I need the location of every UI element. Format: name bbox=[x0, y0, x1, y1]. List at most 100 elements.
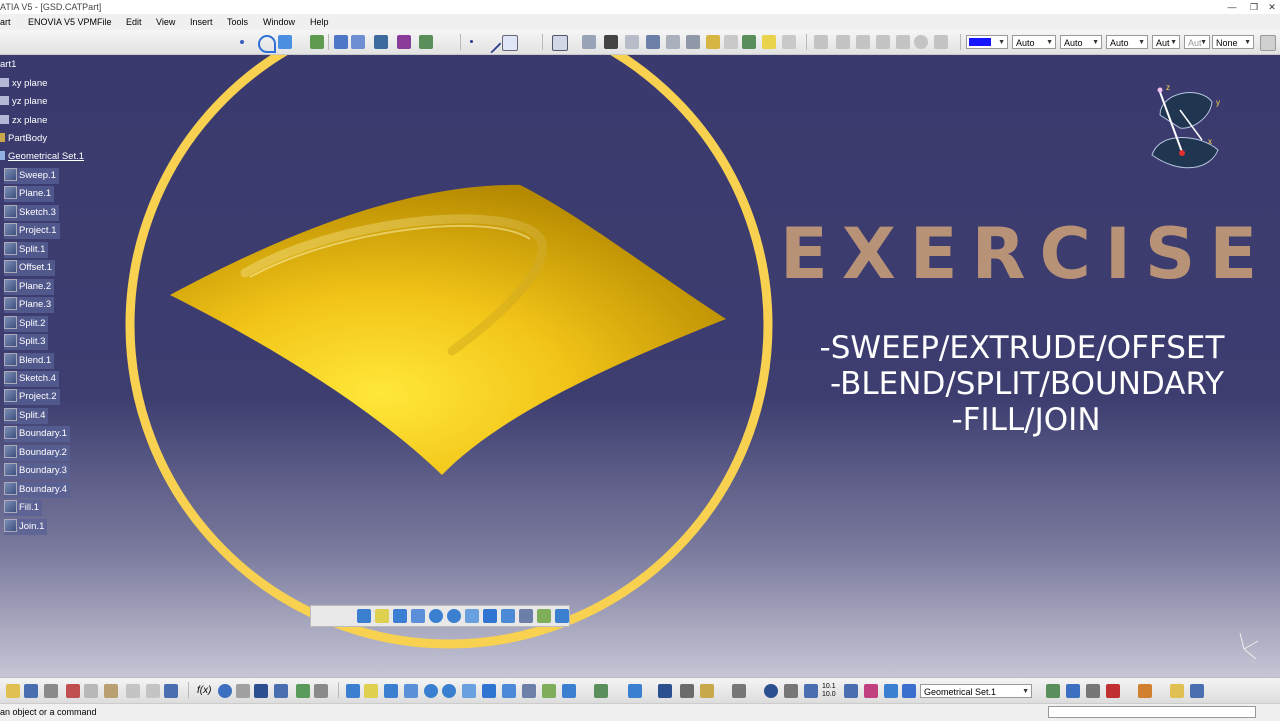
layer-select[interactable]: Aut ▼ bbox=[1152, 35, 1180, 49]
rotate-bottom-icon[interactable] bbox=[404, 684, 418, 698]
boundary-icon[interactable] bbox=[397, 35, 411, 49]
pan-icon[interactable] bbox=[393, 609, 407, 623]
new-icon[interactable] bbox=[6, 684, 20, 698]
tree-feature-item[interactable]: Offset.1 bbox=[4, 260, 56, 277]
redo-icon[interactable] bbox=[146, 684, 160, 698]
grid-spacing-label[interactable]: 10.1 10.0 bbox=[822, 683, 840, 699]
close-button[interactable]: ✕ bbox=[1266, 0, 1278, 14]
tree-feature-item[interactable]: Boundary.1 bbox=[4, 426, 70, 443]
tree-plane-yz[interactable]: yz plane bbox=[0, 94, 47, 110]
thickness-select[interactable]: Auto ▼ bbox=[1060, 35, 1102, 49]
tree-feature-item[interactable]: Split.3 bbox=[4, 334, 49, 351]
tree-feature-item[interactable]: Boundary.4 bbox=[4, 481, 70, 498]
3d-viewport[interactable]: art1 xy plane yz plane zx plane PartBody… bbox=[0, 55, 1280, 677]
linetype-select[interactable]: Auto ▼ bbox=[1012, 35, 1056, 49]
symmetry-icon[interactable] bbox=[782, 35, 796, 49]
update-icon[interactable] bbox=[658, 684, 672, 698]
tree-feature-item[interactable]: Blend.1 bbox=[4, 352, 55, 369]
menu-edit[interactable]: Edit bbox=[126, 14, 142, 30]
tree-feature-item[interactable]: Plane.2 bbox=[4, 278, 55, 295]
zoom-in-bottom-icon[interactable] bbox=[424, 684, 438, 698]
fit-all-bottom-icon[interactable] bbox=[364, 684, 378, 698]
fit-all-icon[interactable] bbox=[375, 609, 389, 623]
tree-feature-item[interactable]: Plane.3 bbox=[4, 297, 55, 314]
normal-view-bottom-icon[interactable] bbox=[462, 684, 476, 698]
rotate-icon[interactable] bbox=[762, 35, 776, 49]
catalog-browser-icon[interactable] bbox=[1190, 684, 1204, 698]
translate-icon[interactable] bbox=[742, 35, 756, 49]
tools-icon[interactable] bbox=[700, 684, 714, 698]
create-datum-icon[interactable] bbox=[884, 684, 898, 698]
sweep-icon[interactable] bbox=[310, 35, 324, 49]
cut-icon[interactable] bbox=[66, 684, 80, 698]
circle-icon[interactable] bbox=[278, 35, 292, 49]
measure-icon[interactable] bbox=[236, 684, 250, 698]
refresh-icon[interactable] bbox=[764, 684, 778, 698]
snap-icon[interactable] bbox=[594, 684, 608, 698]
menu-tools[interactable]: Tools bbox=[227, 14, 248, 30]
scale-icon[interactable] bbox=[814, 35, 828, 49]
linestyle-select[interactable]: Auto ▼ bbox=[1106, 35, 1148, 49]
pattern-icon[interactable] bbox=[856, 35, 870, 49]
advanced-surface-icon[interactable] bbox=[914, 35, 928, 49]
normal-view-icon[interactable] bbox=[465, 609, 479, 623]
analysis-bottom-icon[interactable] bbox=[628, 684, 642, 698]
plane-icon[interactable] bbox=[502, 35, 518, 51]
graph-icon[interactable] bbox=[274, 684, 288, 698]
save-icon[interactable] bbox=[24, 684, 38, 698]
multi-view-bottom-icon[interactable] bbox=[482, 684, 496, 698]
select-set-icon[interactable] bbox=[902, 684, 916, 698]
command-input[interactable] bbox=[1048, 706, 1256, 718]
minimize-button[interactable]: — bbox=[1226, 0, 1238, 14]
affinity-icon[interactable] bbox=[836, 35, 850, 49]
tree-plane-xy[interactable]: xy plane bbox=[0, 76, 47, 92]
render-style-icon[interactable] bbox=[519, 609, 533, 623]
color-select[interactable]: ▼ bbox=[966, 35, 1008, 49]
hide-show-bottom-icon[interactable] bbox=[542, 684, 556, 698]
menu-help[interactable]: Help bbox=[310, 14, 329, 30]
tree-feature-item[interactable]: Split.1 bbox=[4, 241, 49, 258]
menu-insert[interactable]: Insert bbox=[190, 14, 213, 30]
menu-view[interactable]: View bbox=[156, 14, 175, 30]
snap-to-point-icon[interactable] bbox=[864, 684, 878, 698]
camera-icon[interactable] bbox=[732, 684, 746, 698]
sketch-icon[interactable] bbox=[552, 35, 568, 51]
hand-icon[interactable] bbox=[784, 684, 798, 698]
tree-plane-zx[interactable]: zx plane bbox=[0, 113, 47, 129]
compass-widget[interactable]: z y x bbox=[1140, 80, 1230, 180]
yellow-surface[interactable] bbox=[170, 184, 726, 475]
knowledge-icon[interactable] bbox=[296, 684, 310, 698]
current-set-select[interactable]: Geometrical Set.1 ▼ bbox=[920, 684, 1032, 698]
whats-this-icon[interactable] bbox=[164, 684, 178, 698]
instantiate-icon[interactable] bbox=[1170, 684, 1184, 698]
tree-partbody[interactable]: PartBody bbox=[0, 131, 47, 147]
catalog-icon[interactable] bbox=[314, 684, 328, 698]
zoom-in-icon[interactable] bbox=[429, 609, 443, 623]
point-icon[interactable] bbox=[240, 40, 244, 44]
work-on-support-icon[interactable] bbox=[844, 684, 858, 698]
analysis-icon[interactable] bbox=[419, 35, 433, 49]
tree-feature-item[interactable]: Split.4 bbox=[4, 407, 49, 424]
tree-feature-item[interactable]: Project.2 bbox=[4, 389, 60, 406]
develop-icon[interactable] bbox=[934, 35, 948, 49]
zoom-out-icon[interactable] bbox=[447, 609, 461, 623]
revolve-icon[interactable] bbox=[351, 35, 365, 49]
pan-bottom-icon[interactable] bbox=[384, 684, 398, 698]
render-select[interactable]: Aut ▼ bbox=[1184, 35, 1210, 49]
paste-icon[interactable] bbox=[104, 684, 118, 698]
axis-system-icon[interactable] bbox=[804, 684, 818, 698]
line-icon[interactable] bbox=[480, 32, 502, 54]
stop-update-icon[interactable] bbox=[680, 684, 694, 698]
restore-button[interactable]: ❐ bbox=[1248, 0, 1260, 14]
undo-icon[interactable] bbox=[126, 684, 140, 698]
split-icon[interactable] bbox=[625, 35, 639, 49]
join-icon[interactable] bbox=[582, 35, 596, 49]
tree-feature-item[interactable]: Sketch.4 bbox=[4, 370, 59, 387]
tree-root[interactable]: art1 bbox=[0, 57, 16, 73]
scene-icon[interactable] bbox=[1066, 684, 1080, 698]
tree-feature-item[interactable]: Sweep.1 bbox=[4, 168, 59, 184]
comment-icon[interactable] bbox=[218, 684, 232, 698]
print-icon[interactable] bbox=[44, 684, 58, 698]
table-icon[interactable] bbox=[254, 684, 268, 698]
paint-icon[interactable] bbox=[1138, 684, 1152, 698]
